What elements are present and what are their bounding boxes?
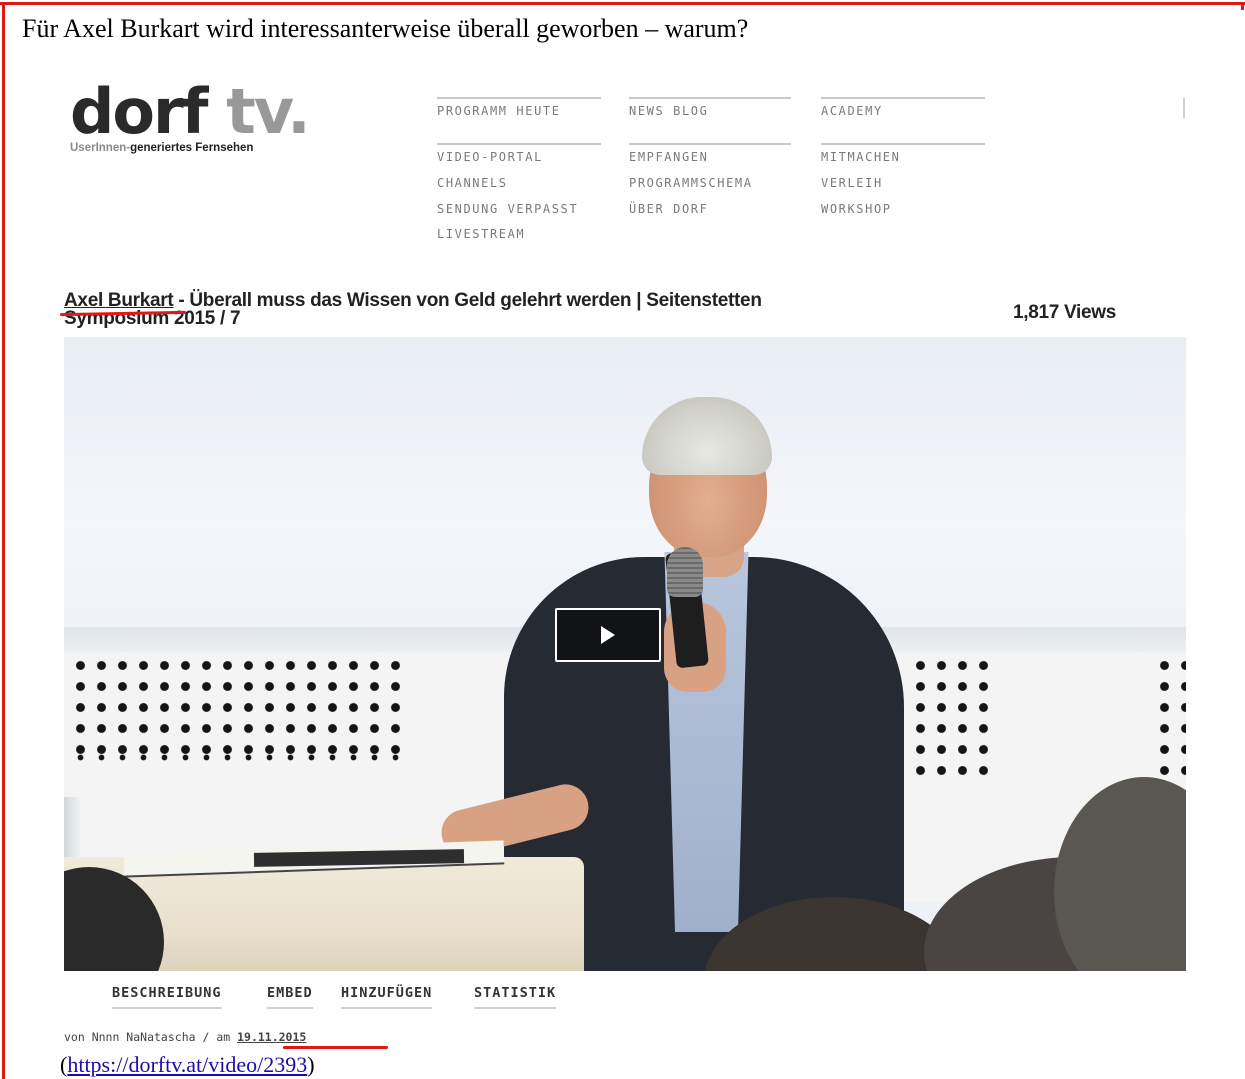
nav-divider — [629, 143, 791, 145]
source-reference: (https://dorftv.at/video/2393) — [60, 1052, 315, 1078]
logo-wordmark: dorf tv. — [70, 80, 311, 144]
annotation-underline-date — [283, 1046, 388, 1049]
upload-date: 19.11.2015 — [237, 1030, 307, 1044]
byline-author: von Nnnn NaNatascha / am — [64, 1030, 238, 1044]
video-scene-dot-pattern — [70, 747, 400, 767]
nav-mitmachen[interactable]: MITMACHEN — [821, 150, 900, 164]
source-paren-close: ) — [307, 1052, 315, 1077]
nav-empfangen[interactable]: EMPFANGEN — [629, 150, 708, 164]
logo-word-tv: tv. — [226, 75, 311, 148]
nav-ueber-dorf[interactable]: ÜBER DORF — [629, 202, 708, 216]
tab-statistik[interactable]: STATISTIK — [474, 985, 557, 1009]
nav-workshop[interactable]: WORKSHOP — [821, 202, 892, 216]
nav-divider — [821, 143, 985, 145]
view-count: 1,817 Views — [1013, 302, 1117, 323]
play-icon[interactable] — [555, 608, 661, 662]
red-frame-top — [0, 2, 1245, 5]
nav-news-blog[interactable]: NEWS BLOG — [629, 104, 708, 118]
nav-livestream[interactable]: LIVESTREAM — [437, 227, 525, 241]
video-player[interactable] — [64, 337, 1186, 971]
nav-academy[interactable]: ACADEMY — [821, 104, 883, 118]
logo-tagline-bold: generiertes Fernsehen — [130, 142, 254, 154]
tab-embed[interactable]: EMBED — [267, 985, 313, 1009]
nav-sendung-verpasst[interactable]: SENDUNG VERPASST — [437, 202, 578, 216]
logo-word-dorf: dorf — [70, 75, 209, 148]
logo-tagline-light: UserInnen- — [70, 142, 131, 154]
video-scene-glass — [64, 797, 82, 863]
tab-hinzufuegen[interactable]: HINZUFÜGEN — [341, 985, 433, 1009]
nav-programmschema[interactable]: PROGRAMMSCHEMA — [629, 176, 753, 190]
video-scene-dot-pattern — [70, 655, 400, 760]
document-heading: Für Axel Burkart wird interessanterweise… — [22, 14, 749, 43]
nav-programm-heute[interactable]: PROGRAMM HEUTE — [437, 104, 561, 118]
nav-channels[interactable]: CHANNELS — [437, 176, 508, 190]
nav-divider — [437, 143, 601, 145]
tab-beschreibung[interactable]: BESCHREIBUNG — [112, 985, 222, 1009]
upload-byline: von Nnnn NaNatascha / am 19.11.2015 — [64, 1030, 306, 1044]
nav-divider — [629, 97, 791, 99]
nav-edge-marker — [1183, 98, 1185, 118]
video-scene-dot-pattern — [1154, 655, 1186, 781]
red-frame-left — [2, 2, 5, 1079]
nav-verleih[interactable]: VERLEIH — [821, 176, 883, 190]
red-frame-right — [1241, 2, 1244, 10]
video-scene-dot-pattern — [910, 655, 994, 781]
nav-video-portal[interactable]: VIDEO-PORTAL — [437, 150, 543, 164]
nav-divider — [821, 97, 985, 99]
source-link[interactable]: https://dorftv.at/video/2393 — [67, 1052, 307, 1077]
nav-divider — [437, 97, 601, 99]
microphone-head — [667, 547, 703, 597]
dorftv-logo[interactable]: dorf tv. UserInnen-generiertes Fernsehen — [70, 80, 311, 155]
